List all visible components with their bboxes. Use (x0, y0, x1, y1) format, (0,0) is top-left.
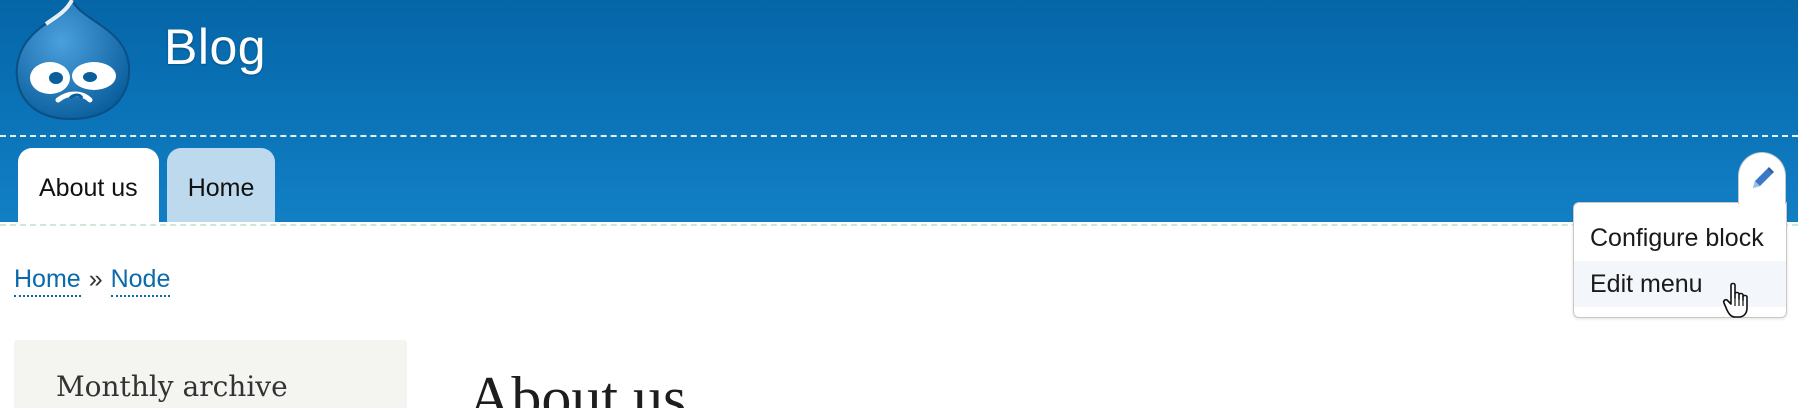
breadcrumb-separator: » (88, 265, 103, 293)
tab-home[interactable]: Home (166, 148, 276, 222)
sidebar-block-title: Monthly archive (56, 370, 288, 403)
sidebar-block-monthly-archive: Monthly archive (14, 340, 407, 408)
site-header: Blog About us Home (0, 0, 1798, 222)
contextual-links-menu: Configure block Edit menu (1573, 202, 1787, 318)
content-divider (0, 224, 1798, 226)
tab-about-us[interactable]: About us (18, 148, 159, 222)
breadcrumb-home-link[interactable]: Home (14, 265, 81, 297)
edit-menu-link[interactable]: Edit menu (1574, 261, 1786, 307)
breadcrumb-node-link[interactable]: Node (110, 265, 171, 297)
configure-block-link[interactable]: Configure block (1574, 215, 1786, 261)
header-divider (0, 135, 1798, 137)
pointer-hand-icon (1722, 282, 1748, 318)
drupal-logo-icon[interactable] (10, 0, 134, 120)
site-name[interactable]: Blog (164, 18, 266, 76)
pencil-icon (1753, 166, 1774, 188)
main-menu-tabs: About us Home (18, 148, 276, 222)
breadcrumb: Home » Node (14, 265, 171, 297)
contextual-links-trigger[interactable] (1738, 152, 1786, 204)
page: Blog About us Home Home » Node Monthly a… (0, 0, 1798, 408)
page-title: About us (468, 365, 687, 408)
